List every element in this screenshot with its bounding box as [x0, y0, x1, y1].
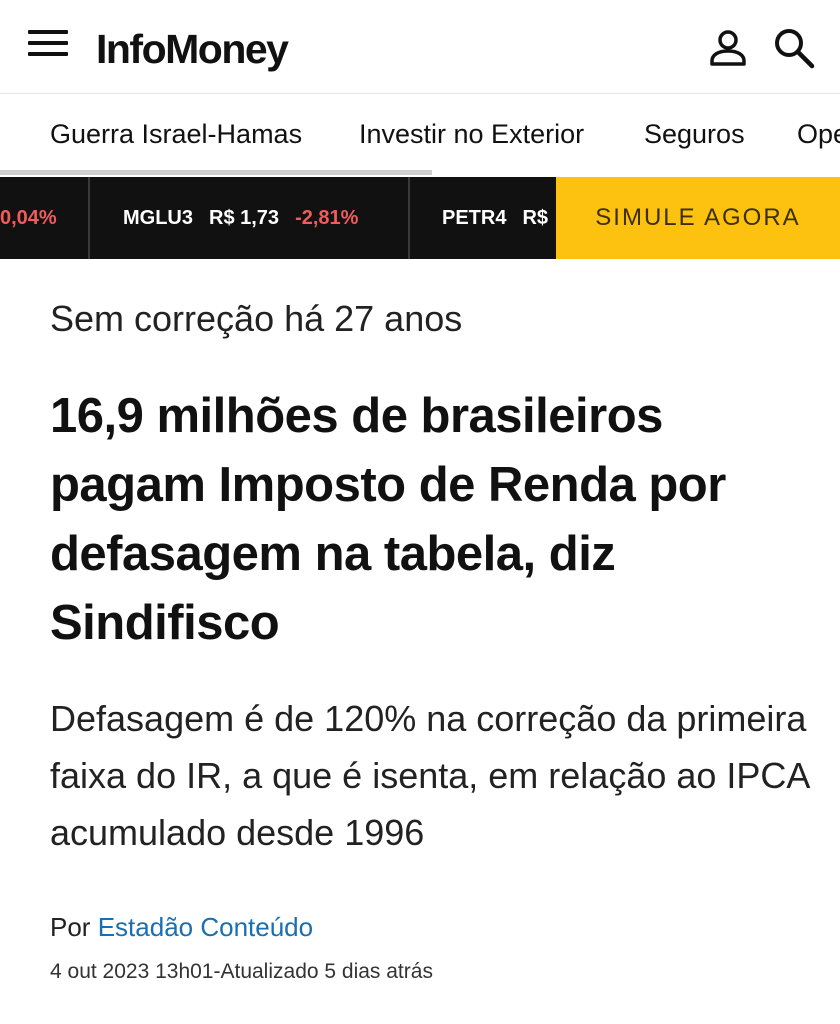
- ticker-change: 0,04%: [0, 206, 57, 229]
- nav-scroll-indicator: [0, 170, 432, 175]
- site-logo[interactable]: InfoMoney: [96, 26, 289, 73]
- ticker-price: R$ 1,73: [209, 206, 280, 229]
- ticker-item[interactable]: MGLU3 R$ 1,73 -2,81%: [123, 177, 358, 259]
- nav-item-guerra-israel-hamas[interactable]: Guerra Israel-Hamas: [50, 119, 302, 150]
- simule-agora-button[interactable]: SIMULE AGORA: [556, 177, 840, 259]
- nav-item-seguros[interactable]: Seguros: [644, 119, 745, 150]
- category-nav: Guerra Israel-Hamas Investir no Exterior…: [0, 95, 840, 177]
- search-icon[interactable]: [772, 26, 816, 70]
- author-link[interactable]: Estadão Conteúdo: [98, 912, 313, 942]
- article-byline: Por Estadão Conteúdo: [50, 912, 313, 943]
- hamburger-menu-icon[interactable]: [28, 30, 68, 62]
- article-headline: 16,9 milhões de brasileiros pagam Impost…: [50, 389, 726, 650]
- nav-item-investir-no-exterior[interactable]: Investir no Exterior: [359, 119, 584, 150]
- ticker-item[interactable]: PETR4 R$: [442, 177, 548, 259]
- article-kicker: Sem correção há 27 anos: [50, 298, 463, 339]
- site-header: InfoMoney: [0, 0, 840, 94]
- ticker-price: R$: [522, 206, 549, 229]
- ticker-divider: [88, 177, 90, 259]
- ticker-divider: [408, 177, 410, 259]
- byline-prefix: Por: [50, 912, 91, 942]
- ticker-symbol: MGLU3: [123, 206, 193, 229]
- nav-item-truncated[interactable]: Ope: [797, 119, 840, 150]
- ticker-item[interactable]: 0,04%: [0, 177, 57, 259]
- ticker-change: -2,81%: [295, 206, 359, 229]
- article-subheadline: Defasagem é de 120% na correção da prime…: [50, 698, 809, 853]
- ticker-symbol: PETR4: [442, 206, 507, 229]
- user-account-icon[interactable]: [706, 26, 750, 70]
- article-date: 4 out 2023 13h01-Atualizado 5 dias atrás: [50, 960, 433, 983]
